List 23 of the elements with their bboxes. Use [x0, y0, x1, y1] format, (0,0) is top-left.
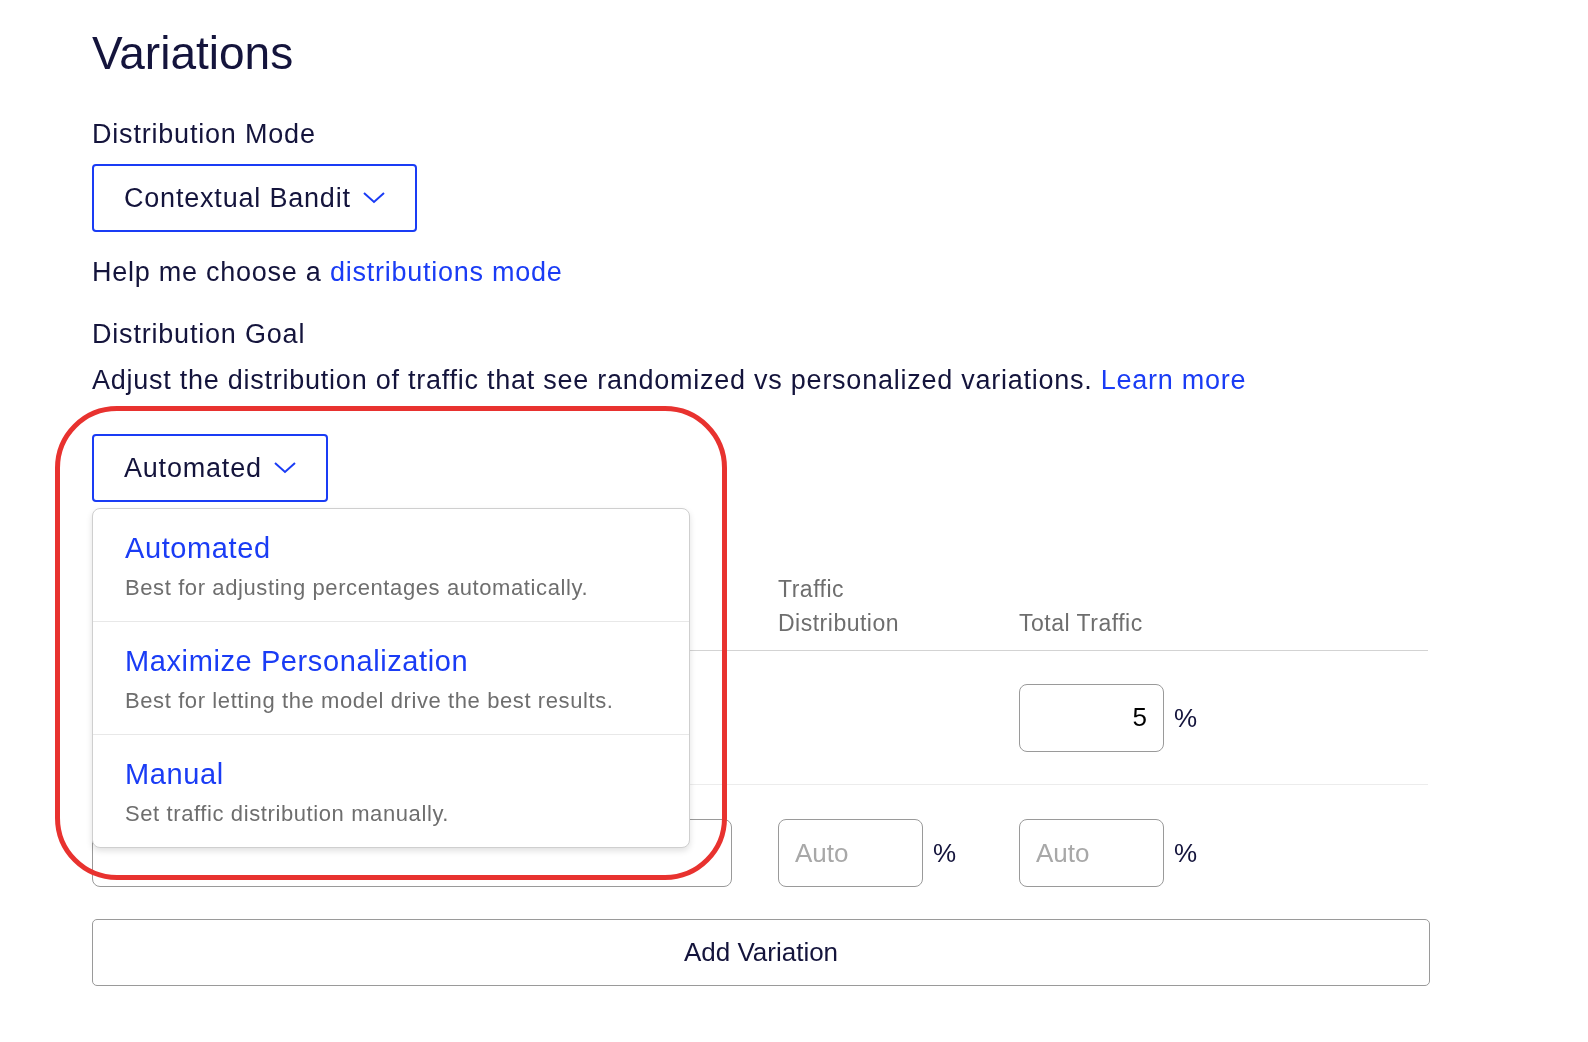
learn-more-link[interactable]: Learn more	[1100, 365, 1247, 395]
menu-option[interactable]: Automated Best for adjusting percentages automatically.	[93, 509, 689, 621]
add-variation-button[interactable]: Add Variation	[92, 919, 1430, 986]
total-traffic-field[interactable]: 5	[1019, 683, 1164, 752]
field-label: Distribution Mode	[92, 118, 317, 150]
traffic-distribution-field[interactable]: Auto	[778, 819, 923, 887]
field-label: Distribution Goal	[92, 318, 307, 350]
column-header: Traffic Distribution	[778, 575, 901, 638]
help-link[interactable]: distributions mode	[329, 257, 563, 287]
percent-label: %	[1174, 701, 1198, 735]
menu-option[interactable]: Maximize Personalization Best for letting the model drive the best results.	[93, 621, 689, 734]
percent-label: %	[933, 837, 957, 870]
percent-label: %	[1174, 837, 1198, 870]
total-traffic-field[interactable]: Auto	[1019, 819, 1164, 887]
distribution-goal-select[interactable]: Automated	[92, 434, 328, 502]
goal-description: Adjust the distribution of traffic that see randomized vs personalized variations. Learn more	[92, 364, 1248, 396]
chevron-down-icon	[362, 192, 385, 204]
distribution-mode-select[interactable]: Contextual Bandit	[92, 164, 417, 232]
page-title: Variations	[92, 26, 295, 81]
menu-option[interactable]: Manual Set traffic distribution manually.	[93, 734, 689, 847]
help-text: Help me choose a distributions mode	[92, 256, 564, 288]
chevron-down-icon	[273, 462, 296, 474]
column-header: Total Traffic	[1019, 609, 1144, 638]
